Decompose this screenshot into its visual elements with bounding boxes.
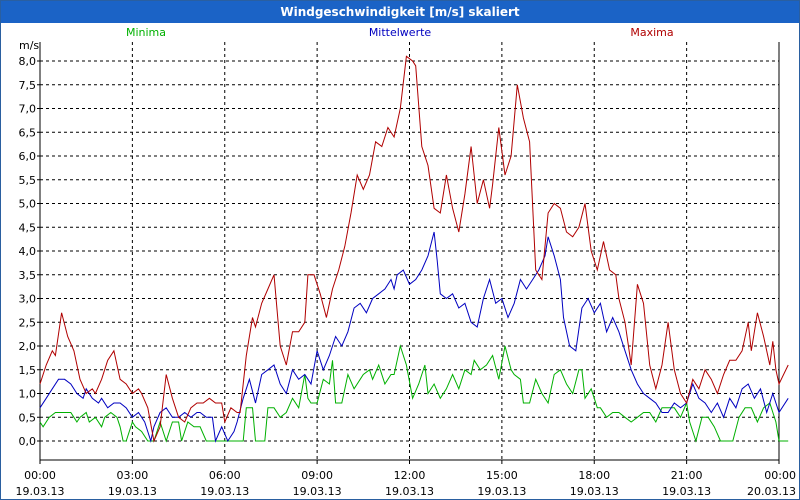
x-tick-date: 19.03.13 bbox=[385, 485, 434, 498]
legend-mittelwerte: Mittelwerte bbox=[369, 26, 432, 39]
x-tick-time: 12:00 bbox=[394, 469, 426, 482]
y-tick-label: 2,5 bbox=[19, 316, 37, 329]
x-tick-time: 00:00 bbox=[764, 469, 796, 482]
y-tick-label: 4,5 bbox=[19, 221, 37, 234]
x-tick-date: 19.03.13 bbox=[16, 485, 65, 498]
y-axis-label: m/s bbox=[19, 39, 39, 52]
x-tick-date: 19.03.13 bbox=[477, 485, 526, 498]
x-tick-time: 09:00 bbox=[301, 469, 333, 482]
y-tick-label: 6,5 bbox=[19, 126, 37, 139]
y-tick-label: 4,0 bbox=[19, 245, 37, 258]
y-tick-label: 2,0 bbox=[19, 340, 37, 353]
axes bbox=[37, 42, 780, 464]
x-tick-date: 19.03.13 bbox=[293, 485, 342, 498]
x-tick-date: 20.03.13 bbox=[747, 485, 796, 498]
y-tick-label: 3,0 bbox=[19, 293, 37, 306]
y-tick-labels: 0,0 0,5 1,0 1,5 2,0 2,5 3,0 3,5 4,0 4,5 5,0 5,5 6,0 6… bbox=[19, 55, 37, 448]
chart-plot: m/s 0,0 0,5 1,0 1,5 2,0 2,5 3,0 3,5 4,0 4,5 5,0 5,5… bbox=[16, 26, 796, 498]
y-tick-label: 1,5 bbox=[19, 364, 37, 377]
x-tick-time: 21:00 bbox=[671, 469, 703, 482]
x-tick-time: 00:00 bbox=[24, 469, 56, 482]
series-line-maxima bbox=[39, 55, 789, 443]
y-tick-label: 7,5 bbox=[19, 79, 37, 92]
legend-minima: Minima bbox=[126, 26, 166, 39]
y-tick-label: 5,5 bbox=[19, 174, 37, 187]
y-tick-label: 1,0 bbox=[19, 388, 37, 401]
legend-maxima: Maxima bbox=[630, 26, 673, 39]
x-tick-time: 06:00 bbox=[209, 469, 241, 482]
y-tick-label: 6,0 bbox=[19, 150, 37, 163]
x-tick-date: 19.03.13 bbox=[662, 485, 711, 498]
x-tick-date: 19.03.13 bbox=[570, 485, 619, 498]
y-tick-label: 5,0 bbox=[19, 198, 37, 211]
y-tick-label: 7,0 bbox=[19, 103, 37, 116]
y-tick-label: 3,5 bbox=[19, 269, 37, 282]
legend: Minima Mittelwerte Maxima bbox=[126, 26, 674, 39]
y-tick-label: 8,0 bbox=[19, 55, 37, 68]
x-tick-labels: 00:00 19.03.13 03:00 19.03.13 06:00 19.03.13 0… bbox=[16, 469, 796, 498]
x-tick-time: 03:00 bbox=[117, 469, 149, 482]
y-tick-label: 0,5 bbox=[19, 411, 37, 424]
x-tick-time: 15:00 bbox=[486, 469, 518, 482]
x-tick-time: 18:00 bbox=[578, 469, 610, 482]
x-tick-date: 19.03.13 bbox=[200, 485, 249, 498]
grid-lines bbox=[40, 42, 779, 460]
x-tick-date: 19.03.13 bbox=[108, 485, 157, 498]
y-tick-label: 0,0 bbox=[19, 435, 37, 448]
series-lines bbox=[39, 55, 789, 443]
